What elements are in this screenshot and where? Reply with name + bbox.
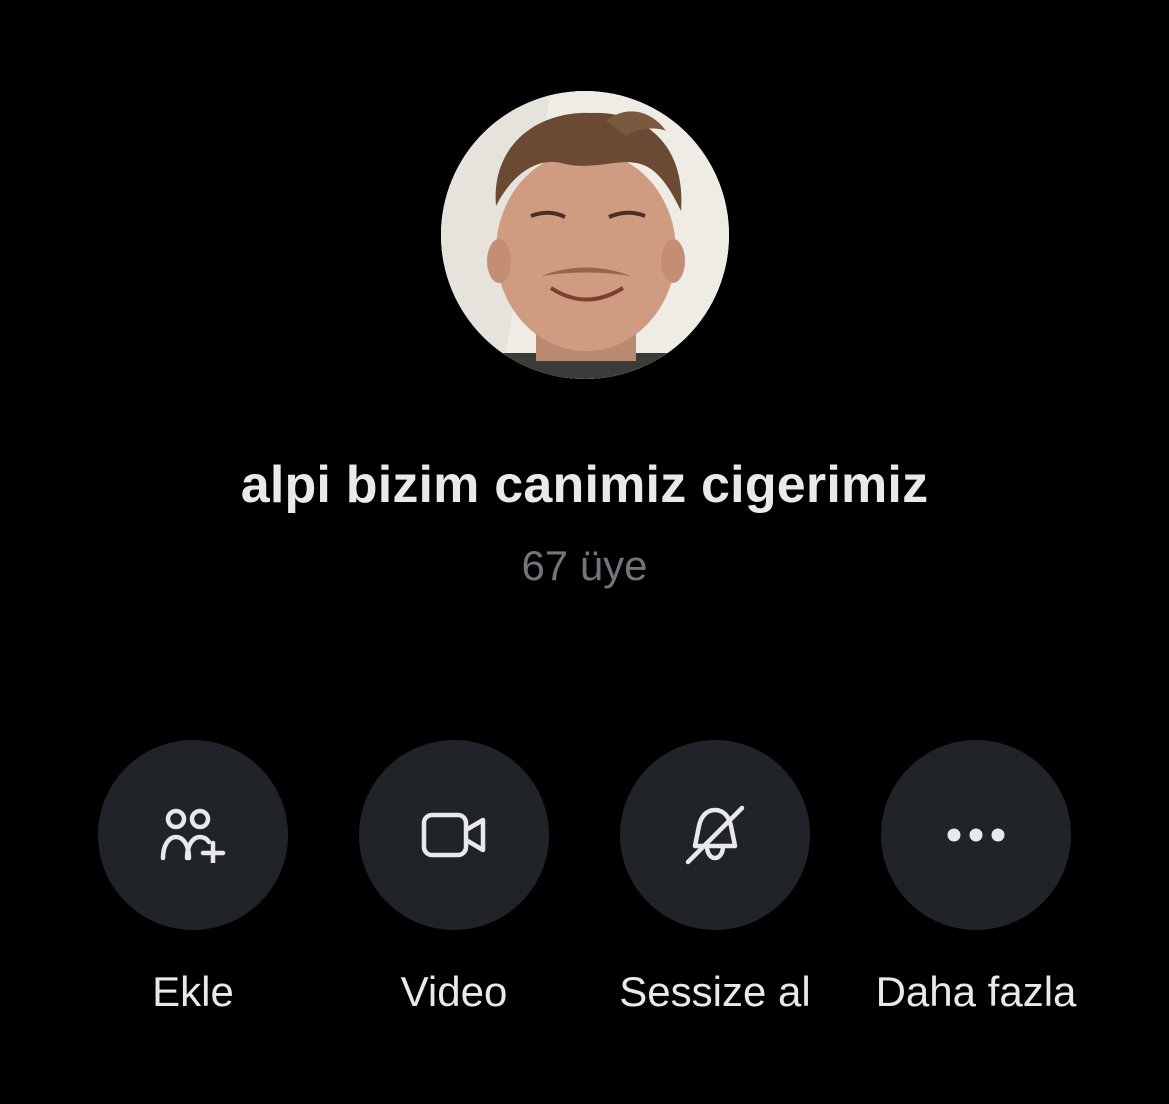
more-action[interactable]: Daha fazla: [876, 740, 1076, 1015]
avatar-photo: [441, 91, 729, 379]
video-label: Video: [400, 968, 508, 1015]
more-button[interactable]: [881, 740, 1071, 930]
mute-action[interactable]: Sessize al: [619, 740, 811, 1015]
video-button[interactable]: [359, 740, 549, 930]
group-title: alpi bizim canimiz cigerimiz: [240, 456, 929, 514]
mute-button[interactable]: [620, 740, 810, 930]
bell-off-icon: [685, 805, 745, 865]
add-people-icon: [160, 808, 226, 863]
add-people-button[interactable]: [98, 740, 288, 930]
video-camera-icon: [421, 812, 486, 858]
more-label: Daha fazla: [875, 968, 1077, 1015]
group-avatar[interactable]: [441, 91, 729, 379]
add-people-action[interactable]: Ekle: [98, 740, 288, 1015]
member-count[interactable]: 67 üye: [0, 542, 1169, 590]
more-dots-icon: [947, 828, 1005, 842]
mute-label: Sessize al: [619, 968, 811, 1015]
add-people-label: Ekle: [152, 968, 234, 1015]
video-action[interactable]: Video: [359, 740, 549, 1015]
